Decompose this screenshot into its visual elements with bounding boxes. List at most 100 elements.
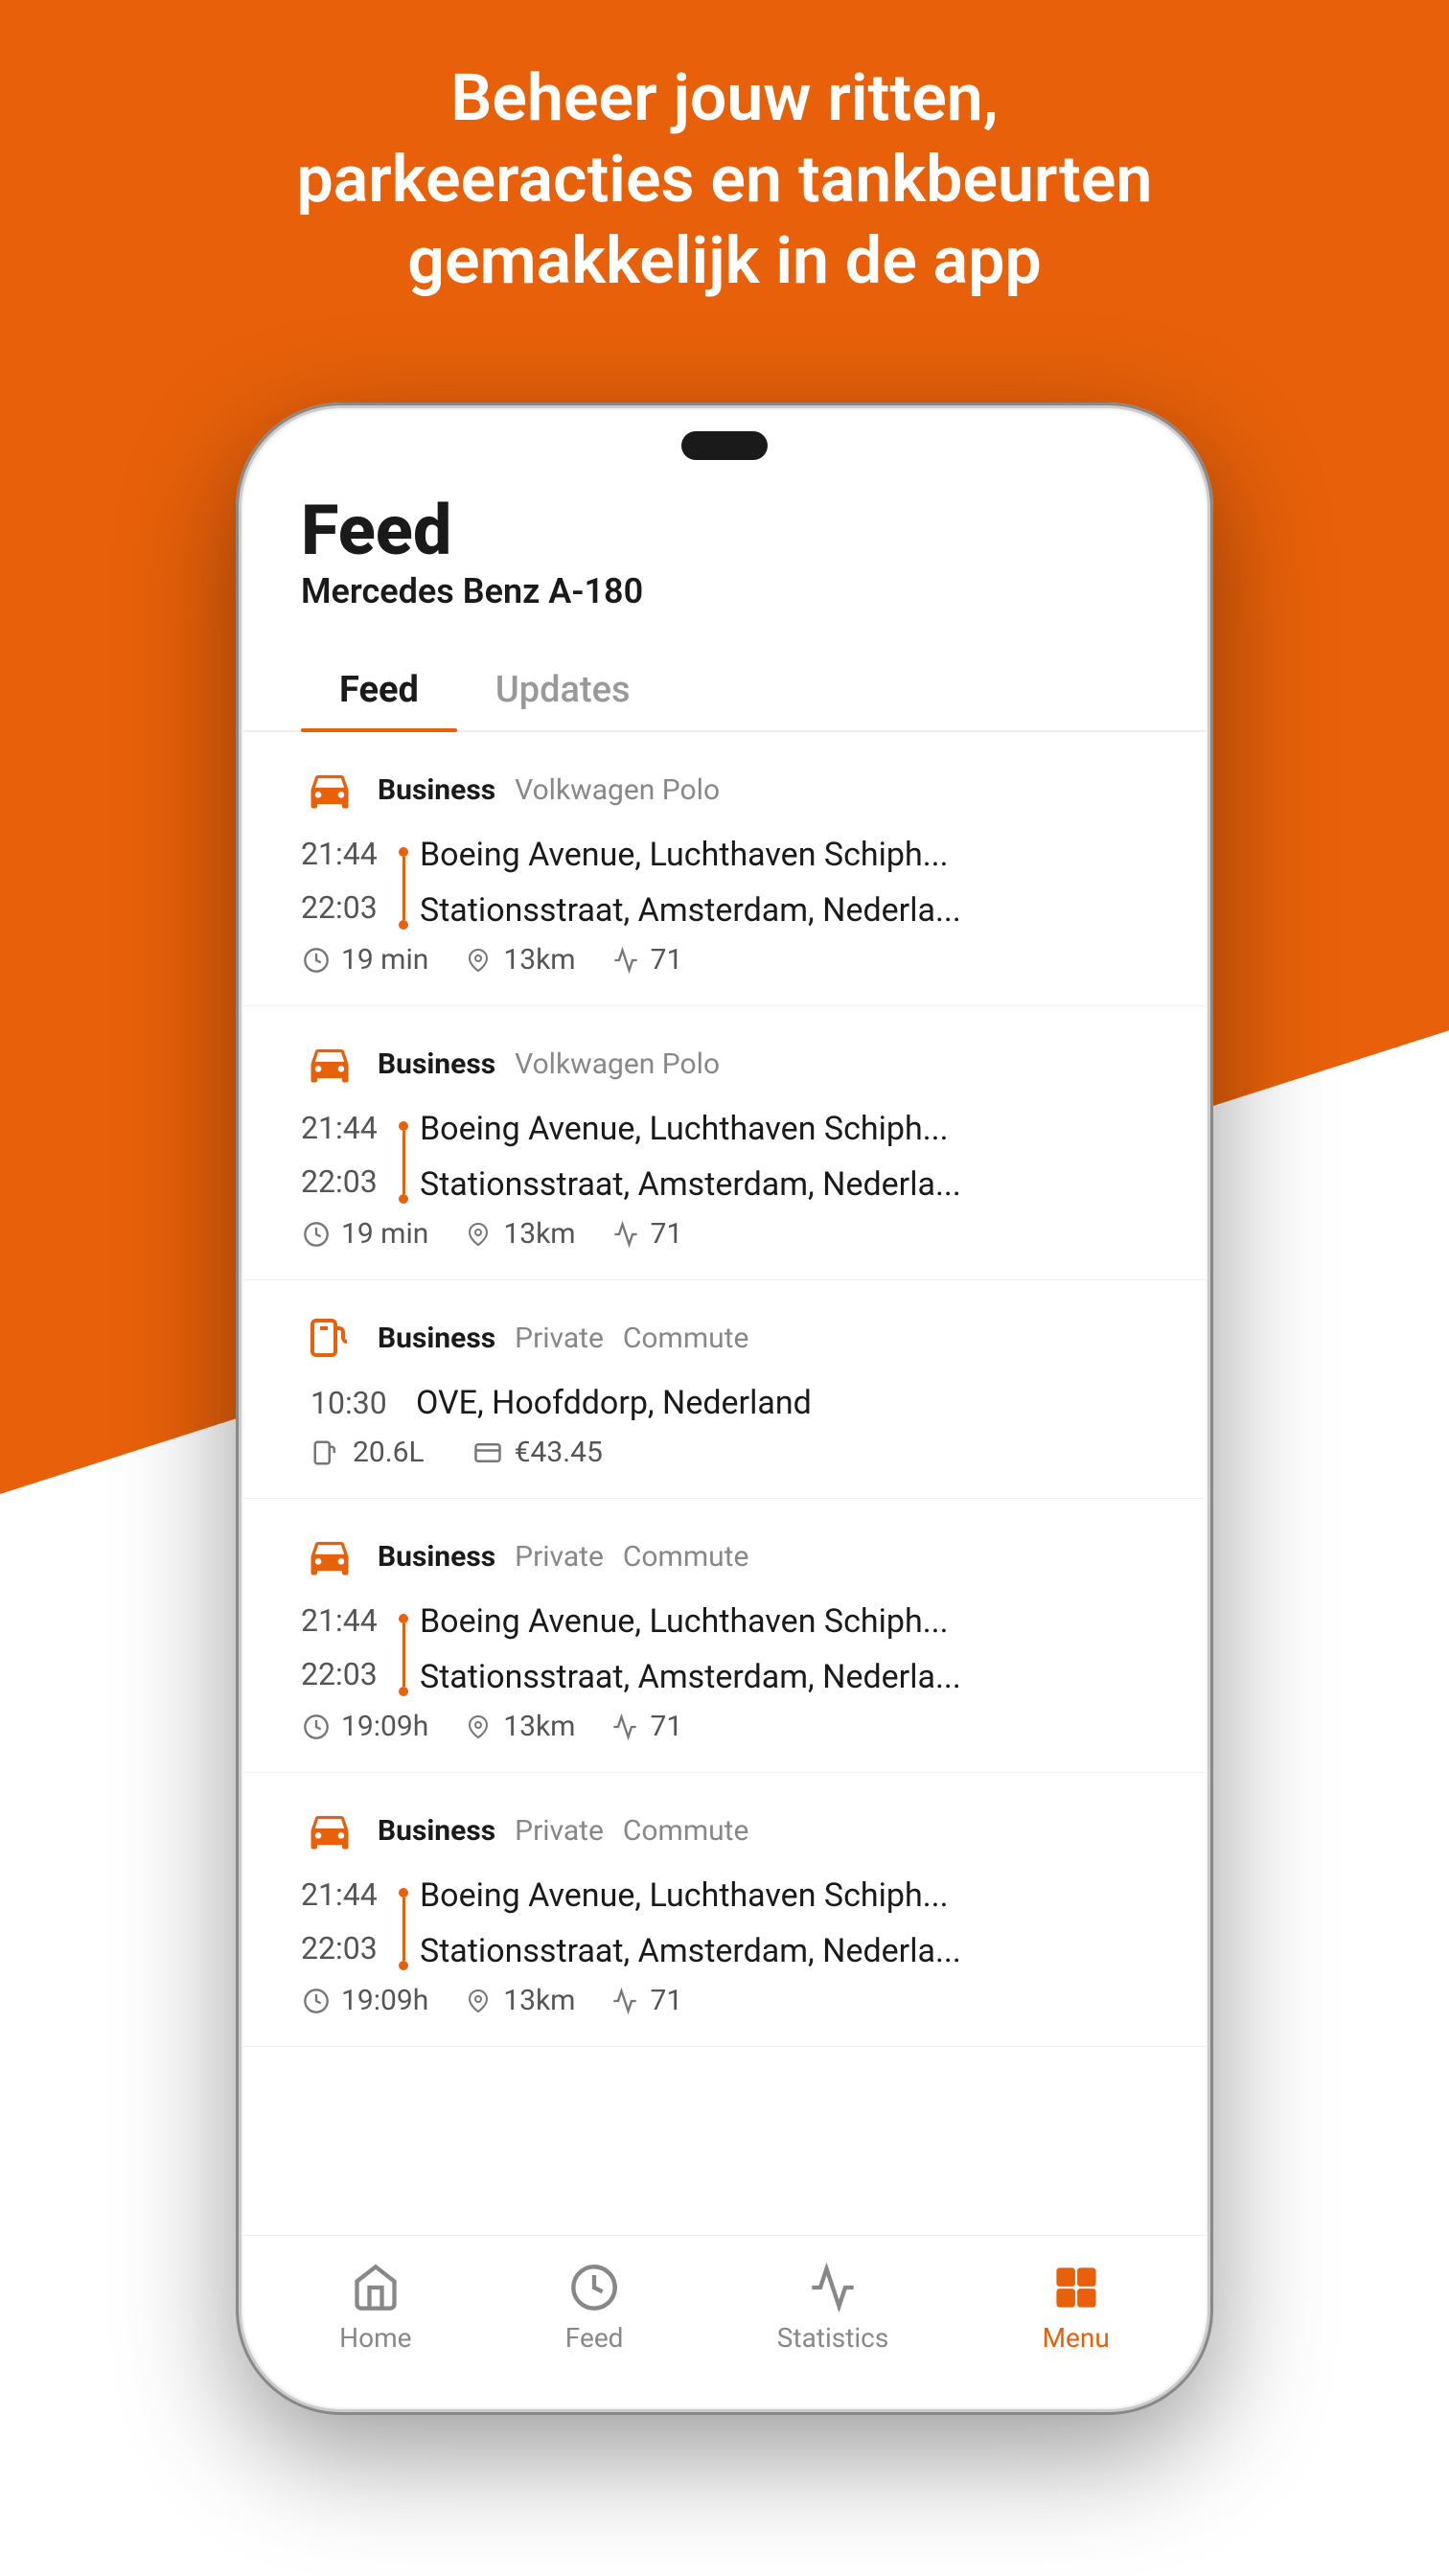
clock-icon-3	[301, 1712, 332, 1742]
feed-item-header-2: Business Volkwagen Polo	[301, 1035, 1148, 1092]
route-line-2	[399, 1110, 408, 1204]
nav-menu[interactable]: Menu	[1014, 2251, 1138, 2363]
badge-business-fuel: Business	[378, 1322, 495, 1355]
tab-updates[interactable]: Updates	[457, 650, 669, 730]
nav-home[interactable]: Home	[310, 2251, 440, 2363]
to-time: 22:03	[301, 889, 387, 926]
trip-meta-3: 19:09h 13km 71	[301, 1710, 1148, 1743]
tab-bar: Feed Updates	[243, 650, 1206, 732]
from-time: 21:44	[301, 836, 387, 872]
route-vertical-line-3	[402, 1623, 405, 1687]
route-line-4	[399, 1876, 408, 1970]
statistics-icon	[806, 2261, 860, 2314]
feed-item-header-3: Business Private Commute	[301, 1528, 1148, 1585]
distance-value: 13km	[503, 943, 575, 977]
fuel-cost-meta: €43.45	[472, 1436, 603, 1469]
camera-notch	[681, 431, 768, 460]
addresses-column-2: Boeing Avenue, Luchthaven Schiph... Stat…	[420, 1110, 1148, 1204]
route-line	[399, 836, 408, 930]
distance-value-2: 13km	[503, 1217, 575, 1251]
duration-value-2: 19 min	[341, 1217, 428, 1251]
feed-item-trip-1[interactable]: Business Volkwagen Polo 21:44 22:03	[243, 732, 1206, 1006]
location-icon-2	[463, 1219, 494, 1250]
badge-business: Business	[378, 773, 495, 807]
fuel-location: OVE, Hoofddorp, Nederland	[416, 1384, 812, 1422]
badge-private-4: Private	[515, 1814, 604, 1848]
to-address-2: Stationsstraat, Amsterdam, Nederla...	[420, 1165, 1148, 1204]
nav-statistics[interactable]: Statistics	[748, 2251, 918, 2363]
feed-item-trip-2[interactable]: Business Volkwagen Polo 21:44 22:03	[243, 1006, 1206, 1280]
to-time-3: 22:03	[301, 1656, 387, 1692]
from-time-4: 21:44	[301, 1876, 387, 1913]
times-column-4: 21:44 22:03	[301, 1876, 387, 1970]
route-vertical-line	[402, 857, 405, 920]
badge-commute-fuel: Commute	[623, 1322, 749, 1355]
route-line-3	[399, 1602, 408, 1696]
home-icon	[349, 2261, 402, 2314]
feed-item-trip-4[interactable]: Business Private Commute 21:44 22:03	[243, 1773, 1206, 2047]
duration-meta-2: 19 min	[301, 1217, 428, 1251]
nav-statistics-label: Statistics	[777, 2322, 889, 2354]
from-time-2: 21:44	[301, 1110, 387, 1146]
feed-item-trip-3[interactable]: Business Private Commute 21:44 22:03	[243, 1499, 1206, 1773]
badge-private-fuel: Private	[515, 1322, 604, 1355]
fuel-cost-value: €43.45	[515, 1436, 603, 1469]
fuel-meta: 20.6L €43.45	[310, 1436, 1148, 1469]
badge-business-2: Business	[378, 1047, 495, 1081]
times-column-2: 21:44 22:03	[301, 1110, 387, 1204]
score-value: 71	[651, 943, 683, 977]
route-vertical-line-4	[402, 1898, 405, 1961]
fuel-time-location: 10:30 OVE, Hoofddorp, Nederland	[310, 1384, 1148, 1422]
route-dot-end-2	[399, 1194, 408, 1204]
fuel-liters-meta: 20.6L	[310, 1436, 425, 1469]
fuel-liters-icon	[310, 1438, 341, 1468]
route-dot-end-3	[399, 1687, 408, 1696]
badge-vehicle-2: Volkwagen Polo	[515, 1047, 720, 1081]
duration-value-3: 19:09h	[341, 1710, 428, 1743]
score-meta-4: 71	[610, 1984, 682, 2017]
from-address: Boeing Avenue, Luchthaven Schiph...	[420, 836, 1148, 874]
times-column-3: 21:44 22:03	[301, 1602, 387, 1696]
duration-meta-3: 19:09h	[301, 1710, 428, 1743]
fuel-icon	[301, 1309, 358, 1367]
fuel-liters-value: 20.6L	[353, 1436, 425, 1469]
to-time-2: 22:03	[301, 1163, 387, 1200]
from-time-3: 21:44	[301, 1602, 387, 1639]
car-icon-4	[301, 1802, 358, 1859]
route-dot-start-2	[399, 1121, 408, 1131]
from-address-2: Boeing Avenue, Luchthaven Schiph...	[420, 1110, 1148, 1148]
score-icon-3	[610, 1712, 640, 1742]
badge-business-4: Business	[378, 1814, 495, 1848]
car-icon-2	[301, 1035, 358, 1092]
route-dot-end	[399, 920, 408, 930]
nav-feed[interactable]: Feed	[537, 2251, 653, 2363]
score-icon-2	[610, 1219, 641, 1250]
badge-business-3: Business	[378, 1540, 495, 1574]
addresses-column: Boeing Avenue, Luchthaven Schiph... Stat…	[420, 836, 1148, 930]
to-address-3: Stationsstraat, Amsterdam, Nederla...	[420, 1658, 1148, 1696]
route-dot-start-3	[399, 1614, 408, 1623]
score-icon-4	[610, 1986, 640, 2016]
route-display-4: 21:44 22:03 Boeing Avenue, Luchthaven Sc…	[301, 1876, 1148, 1970]
feed-item-fuel[interactable]: Business Private Commute 10:30 OVE, Hoof…	[243, 1280, 1206, 1499]
to-address: Stationsstraat, Amsterdam, Nederla...	[420, 891, 1148, 930]
distance-meta-3: 13km	[463, 1710, 575, 1743]
trip-meta-2: 19 min 13km 71	[301, 1217, 1148, 1251]
route-vertical-line-2	[402, 1131, 405, 1194]
route-display-2: 21:44 22:03 Boeing Avenue, Luchthaven Sc…	[301, 1110, 1148, 1204]
score-value-4: 71	[650, 1984, 682, 2017]
to-address-4: Stationsstraat, Amsterdam, Nederla...	[420, 1932, 1148, 1970]
route-dot-end-4	[399, 1961, 408, 1970]
tab-feed[interactable]: Feed	[301, 650, 457, 730]
from-address-3: Boeing Avenue, Luchthaven Schiph...	[420, 1602, 1148, 1641]
distance-meta-2: 13km	[463, 1217, 575, 1251]
bottom-nav: Home Feed	[243, 2235, 1206, 2407]
promo-header: Beheer jouw ritten,parkeeracties en tank…	[0, 58, 1449, 302]
route-display: 21:44 22:03 Boeing Avenue, Luchthaven Sc…	[301, 836, 1148, 930]
times-column: 21:44 22:03	[301, 836, 387, 930]
phone-frame: Feed Mercedes Benz A-180 Feed Updates	[236, 402, 1213, 2415]
score-meta-3: 71	[610, 1710, 682, 1743]
distance-value-4: 13km	[503, 1984, 575, 2017]
route-display-3: 21:44 22:03 Boeing Avenue, Luchthaven Sc…	[301, 1602, 1148, 1696]
duration-meta: 19 min	[301, 943, 428, 977]
